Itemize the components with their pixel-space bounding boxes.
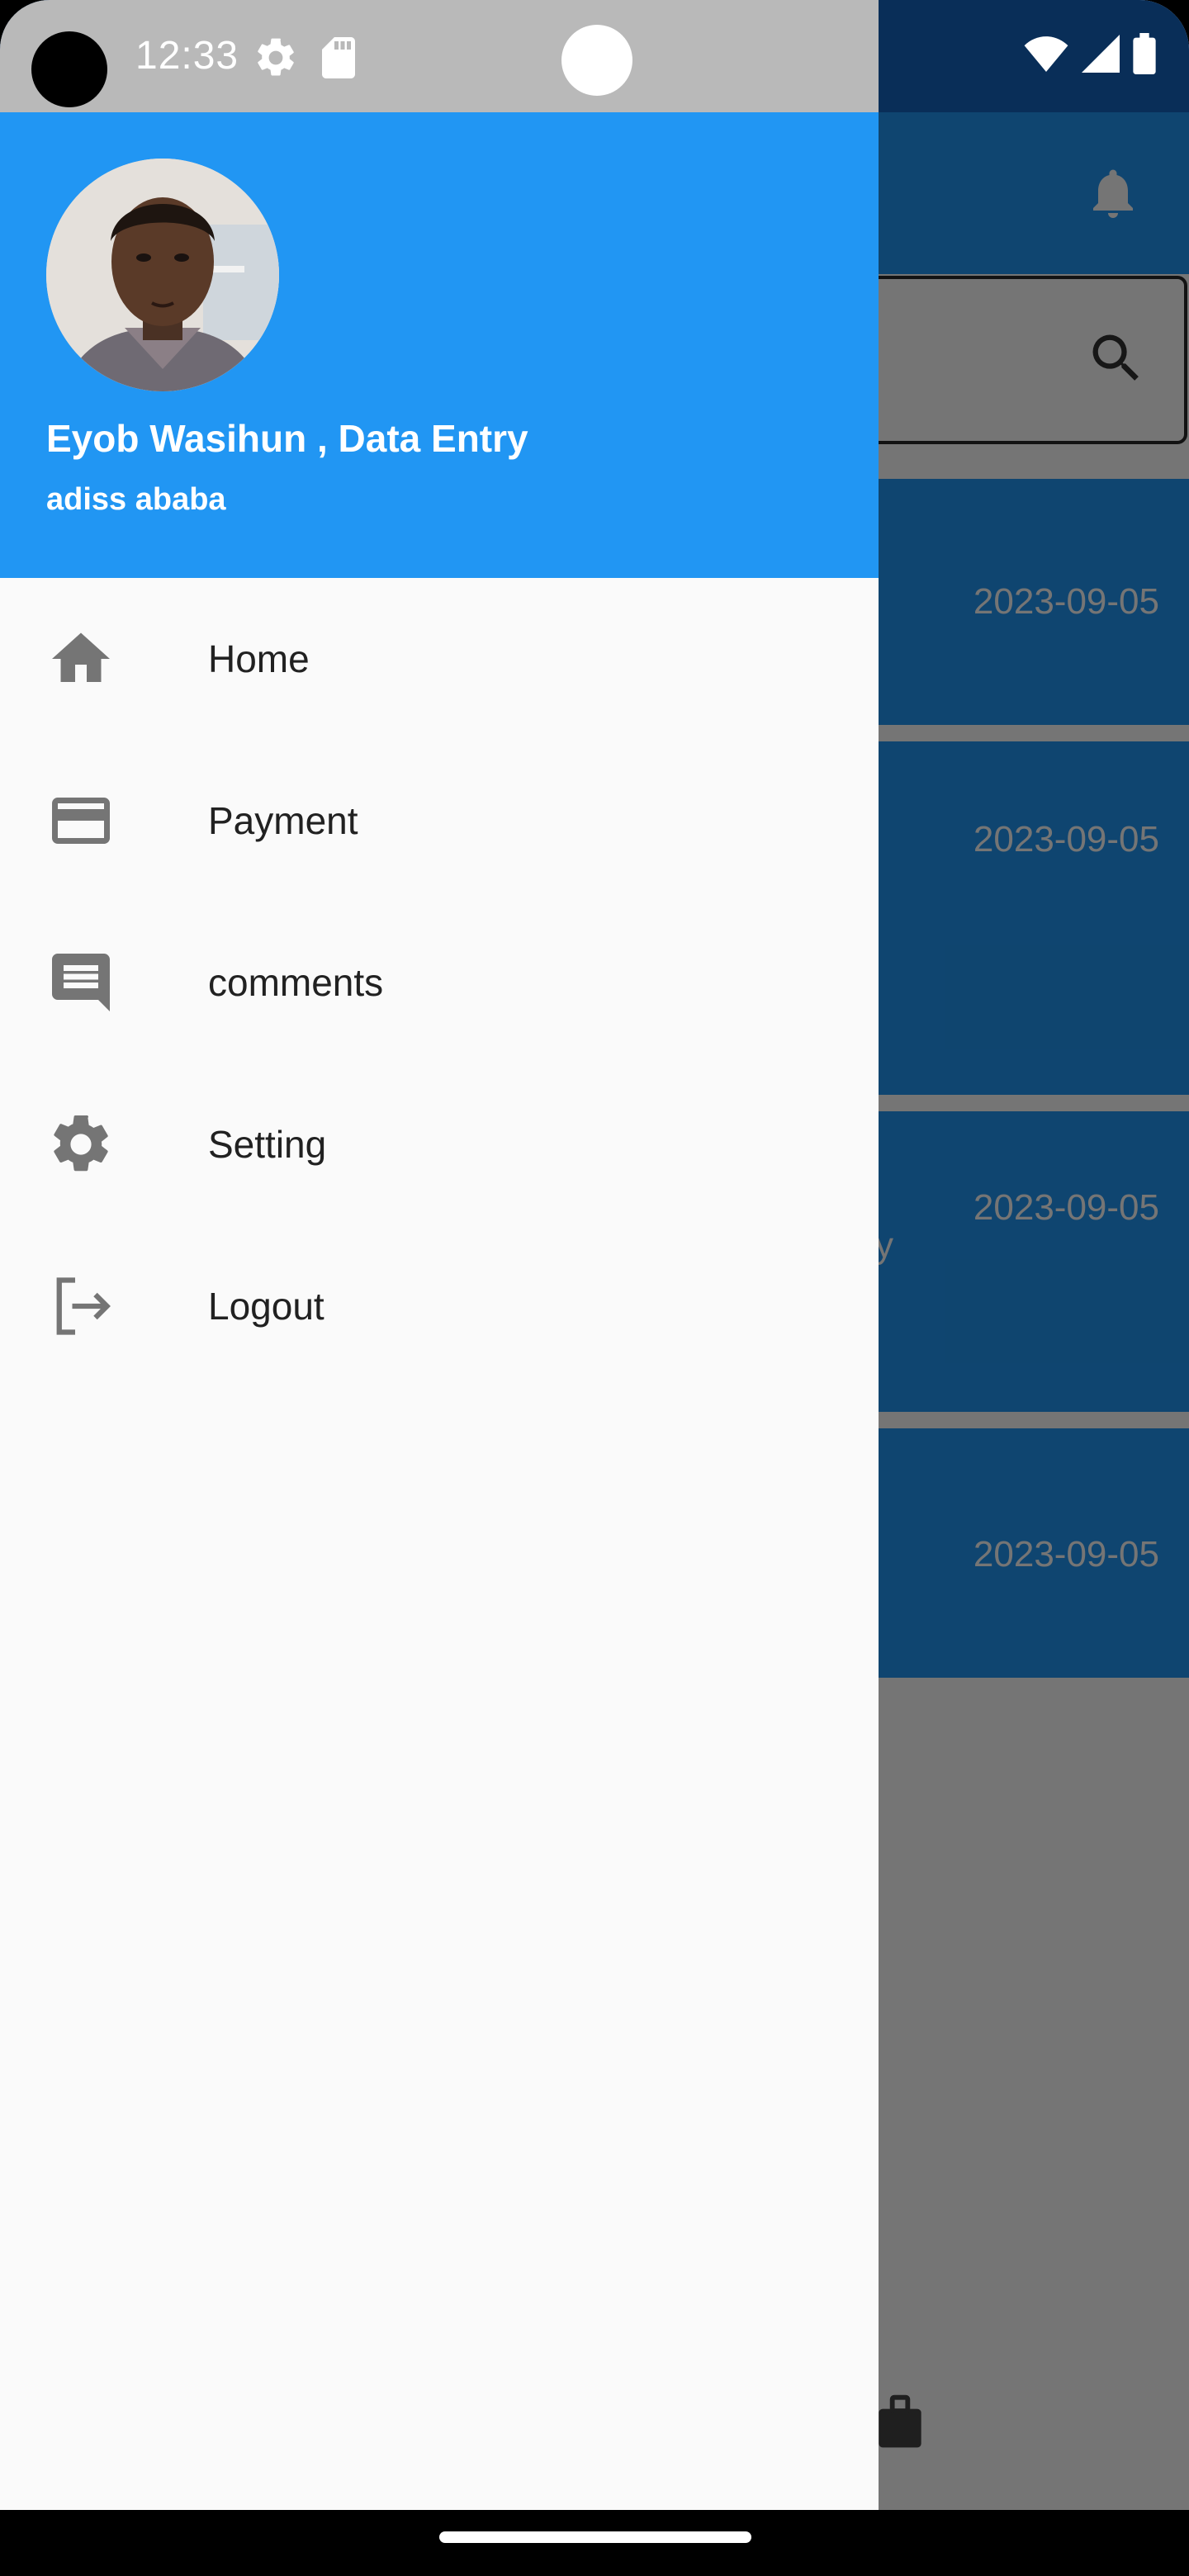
menu-item-label: comments: [208, 961, 384, 1004]
notification-dot: [561, 25, 632, 96]
wifi-icon: [1024, 36, 1068, 72]
drawer-header: Eyob Wasihun , Data Entry adiss ababa: [0, 112, 879, 578]
logout-icon: [46, 1271, 116, 1341]
sd-card-icon: [322, 37, 355, 78]
menu-item-label: Setting: [208, 1123, 327, 1166]
signal-icon: [1082, 35, 1120, 73]
home-gesture-handle[interactable]: [439, 2531, 751, 2543]
credit-card-icon: [46, 786, 116, 855]
front-camera: [31, 31, 107, 107]
settings-status-icon: [258, 38, 294, 76]
drawer-menu: Home Payment comments Setting Logout: [0, 578, 879, 1387]
comment-icon: [46, 948, 116, 1017]
avatar[interactable]: [46, 159, 279, 391]
system-indicators: [1024, 33, 1156, 74]
profile-photo: [46, 159, 279, 391]
menu-item-comments[interactable]: comments: [0, 902, 879, 1063]
system-status-bar: 12:33: [0, 0, 879, 112]
user-location: adiss ababa: [46, 482, 226, 517]
menu-item-label: Logout: [208, 1285, 324, 1328]
menu-item-logout[interactable]: Logout: [0, 1225, 879, 1387]
user-name: Eyob Wasihun , Data Entry: [46, 417, 528, 460]
menu-item-label: Payment: [208, 799, 358, 842]
navigation-drawer: Eyob Wasihun , Data Entry adiss ababa Ho…: [0, 112, 879, 2510]
menu-item-setting[interactable]: Setting: [0, 1063, 879, 1225]
menu-item-label: Home: [208, 637, 310, 680]
menu-item-home[interactable]: Home: [0, 578, 879, 740]
home-icon: [46, 624, 116, 694]
battery-icon: [1133, 33, 1156, 74]
gear-icon: [46, 1110, 116, 1179]
menu-item-payment[interactable]: Payment: [0, 740, 879, 902]
system-navigation-bar: [0, 2510, 1189, 2576]
status-time: 12:33: [135, 34, 239, 78]
